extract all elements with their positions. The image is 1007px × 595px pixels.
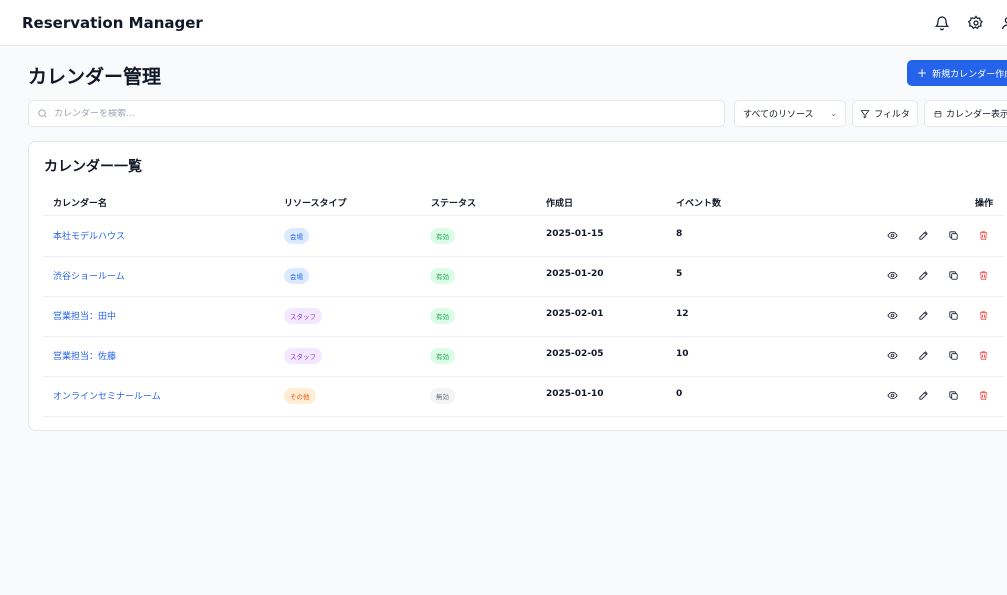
resource-type-badge: スタッフ	[284, 348, 322, 364]
header-created: 作成日	[546, 199, 574, 209]
status-badge: 有効	[430, 348, 455, 364]
resource-type-badge: スタッフ	[284, 308, 322, 324]
event-count: 5	[676, 269, 683, 279]
calendar-view-button[interactable]: カレンダー表示	[924, 100, 1007, 127]
created-date: 2025-02-05	[546, 349, 604, 359]
filter-button[interactable]: フィルタ	[852, 100, 918, 127]
filter-icon	[860, 109, 870, 118]
header-name: カレンダー名	[53, 199, 108, 209]
status-badge: 有効	[430, 228, 455, 244]
calendar-name-link[interactable]: 営業担当：田中	[53, 309, 116, 322]
event-count: 8	[676, 229, 683, 239]
created-date: 2025-01-20	[546, 269, 604, 279]
resource-type-badge: 会場	[284, 228, 309, 244]
edit-icon[interactable]	[917, 229, 929, 241]
created-date: 2025-02-01	[546, 309, 604, 319]
edit-icon[interactable]	[917, 349, 929, 361]
copy-icon[interactable]	[947, 389, 959, 401]
divider	[43, 416, 1004, 417]
gear-icon[interactable]	[966, 13, 986, 33]
calendar-name-link[interactable]: 本社モデルハウス	[53, 229, 125, 242]
edit-icon[interactable]	[917, 309, 929, 321]
status-badge: 有効	[430, 308, 455, 324]
created-date: 2025-01-15	[546, 229, 604, 239]
resource-select-value: すべてのリソース	[743, 110, 814, 120]
view-icon[interactable]	[886, 349, 898, 361]
card-title: カレンダー一覧	[44, 159, 142, 175]
status-badge: 無効	[430, 388, 455, 404]
calendar-list-card: カレンダー一覧 カレンダー名 リソースタイプ ステータス 作成日 イベント数 操…	[28, 141, 1007, 431]
top-bar: Reservation Manager	[0, 0, 1007, 46]
copy-icon[interactable]	[947, 349, 959, 361]
edit-icon[interactable]	[917, 389, 929, 401]
event-count: 12	[676, 309, 689, 319]
table-row: 本社モデルハウス 会場 有効 2025-01-15 8	[29, 216, 1007, 256]
header-actions: 操作	[975, 199, 994, 209]
resource-type-badge: 会場	[284, 268, 309, 284]
create-calendar-button[interactable]: + 新規カレンダー作成	[907, 60, 1007, 86]
view-icon[interactable]	[886, 309, 898, 321]
delete-icon[interactable]	[977, 389, 989, 401]
search-box[interactable]	[28, 100, 725, 127]
delete-icon[interactable]	[977, 349, 989, 361]
header-type: リソースタイプ	[284, 199, 347, 209]
user-icon[interactable]	[998, 13, 1007, 33]
delete-icon[interactable]	[977, 269, 989, 281]
copy-icon[interactable]	[947, 269, 959, 281]
search-input[interactable]	[54, 108, 694, 119]
copy-icon[interactable]	[947, 229, 959, 241]
calendar-name-link[interactable]: 営業担当：佐藤	[53, 349, 116, 362]
status-badge: 有効	[430, 268, 455, 284]
chevron-down-icon: ⌄	[830, 109, 837, 118]
event-count: 10	[676, 349, 689, 359]
view-icon[interactable]	[886, 389, 898, 401]
table-row: 営業担当：佐藤 スタッフ 有効 2025-02-05 10	[29, 336, 1007, 376]
create-calendar-label: 新規カレンダー作成	[932, 69, 1007, 80]
resource-type-badge: その他	[284, 388, 316, 404]
filter-label: フィルタ	[874, 110, 910, 120]
created-date: 2025-01-10	[546, 389, 604, 399]
delete-icon[interactable]	[977, 309, 989, 321]
copy-icon[interactable]	[947, 309, 959, 321]
search-icon	[38, 109, 47, 118]
calendar-name-link[interactable]: オンラインセミナールーム	[53, 389, 161, 402]
delete-icon[interactable]	[977, 229, 989, 241]
edit-icon[interactable]	[917, 269, 929, 281]
calendar-name-link[interactable]: 渋谷ショールーム	[53, 269, 125, 282]
calendar-icon	[934, 110, 942, 117]
table-row: 渋谷ショールーム 会場 有効 2025-01-20 5	[29, 256, 1007, 296]
event-count: 0	[676, 389, 683, 399]
app-title: Reservation Manager	[22, 14, 203, 32]
page-title: カレンダー管理	[28, 66, 162, 88]
view-icon[interactable]	[886, 269, 898, 281]
calendar-view-label: カレンダー表示	[945, 110, 1007, 120]
table-row: オンラインセミナールーム その他 無効 2025-01-10 0	[29, 376, 1007, 416]
bell-icon[interactable]	[932, 13, 952, 33]
header-status: ステータス	[431, 199, 477, 209]
view-icon[interactable]	[886, 229, 898, 241]
table-row: 営業担当：田中 スタッフ 有効 2025-02-01 12	[29, 296, 1007, 336]
header-events: イベント数	[676, 199, 722, 209]
resource-select[interactable]: すべてのリソース ⌄	[734, 100, 846, 127]
plus-icon: +	[917, 66, 928, 80]
